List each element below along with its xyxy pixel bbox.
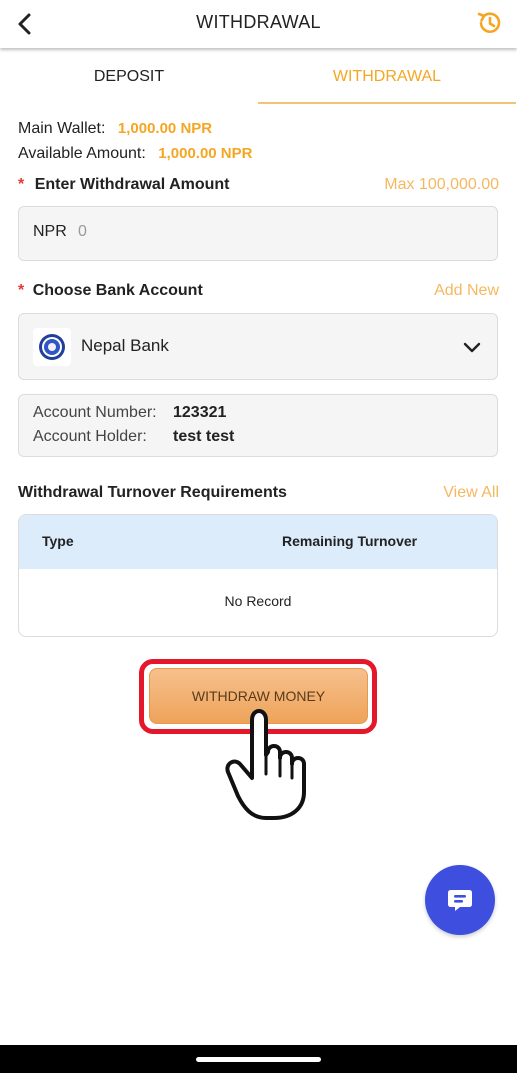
amount-input[interactable]: NPR 0 (18, 206, 498, 261)
app-header: WITHDRAWAL (0, 0, 517, 48)
column-type: Type (42, 533, 74, 549)
table-header: Type Remaining Turnover (19, 515, 497, 569)
available-amount-label: Available Amount: (18, 145, 146, 162)
tab-withdrawal[interactable]: WITHDRAWAL (258, 52, 516, 104)
available-amount-row: Available Amount: 1,000.00 NPR (18, 145, 252, 163)
main-wallet-value: 1,000.00 NPR (117, 120, 213, 137)
view-all-link[interactable]: View All (443, 484, 499, 502)
home-indicator[interactable] (196, 1057, 321, 1062)
withdrawal-amount-heading: * Enter Withdrawal Amount (18, 176, 230, 194)
account-holder-value: test test (173, 428, 235, 445)
max-amount: Max 100,000.00 (384, 176, 499, 193)
account-number-label: Account Number: (33, 404, 157, 421)
withdrawal-amount-label: Enter Withdrawal Amount (34, 176, 230, 193)
account-number-value: 123321 (173, 404, 227, 421)
system-nav-bar (0, 1045, 517, 1073)
tab-deposit[interactable]: DEPOSIT (0, 52, 258, 104)
pointing-hand-icon (225, 709, 306, 820)
chat-button[interactable] (425, 865, 495, 935)
no-record-text: No Record (224, 593, 292, 609)
tab-bar: DEPOSIT WITHDRAWAL (0, 52, 517, 104)
bank-account-heading: * Choose Bank Account (18, 282, 203, 300)
column-remaining-turnover: Remaining Turnover (282, 533, 418, 549)
add-new-link[interactable]: Add New (434, 282, 499, 300)
history-icon[interactable] (475, 8, 505, 38)
chat-icon (448, 890, 472, 911)
required-mark: * (18, 176, 25, 193)
required-mark: * (18, 282, 25, 299)
available-amount-value: 1,000.00 NPR (158, 145, 253, 162)
turnover-title: Withdrawal Turnover Requirements (18, 484, 287, 501)
currency-label: NPR (33, 223, 67, 240)
page-title: WITHDRAWAL (196, 12, 321, 32)
bank-account-label: Choose Bank Account (32, 282, 203, 299)
account-details: Account Number: 123321 Account Holder: t… (18, 394, 498, 457)
main-wallet-row: Main Wallet: 1,000.00 NPR (18, 120, 212, 138)
account-holder-label: Account Holder: (33, 428, 147, 445)
main-wallet-label: Main Wallet: (18, 120, 106, 137)
chevron-down-icon (463, 342, 481, 353)
turnover-table: Type Remaining Turnover No Record (18, 514, 498, 637)
bank-select[interactable]: Nepal Bank (18, 313, 498, 380)
nepal-bank-logo (33, 328, 71, 366)
selected-bank: Nepal Bank (81, 336, 169, 355)
amount-placeholder: 0 (78, 223, 87, 240)
